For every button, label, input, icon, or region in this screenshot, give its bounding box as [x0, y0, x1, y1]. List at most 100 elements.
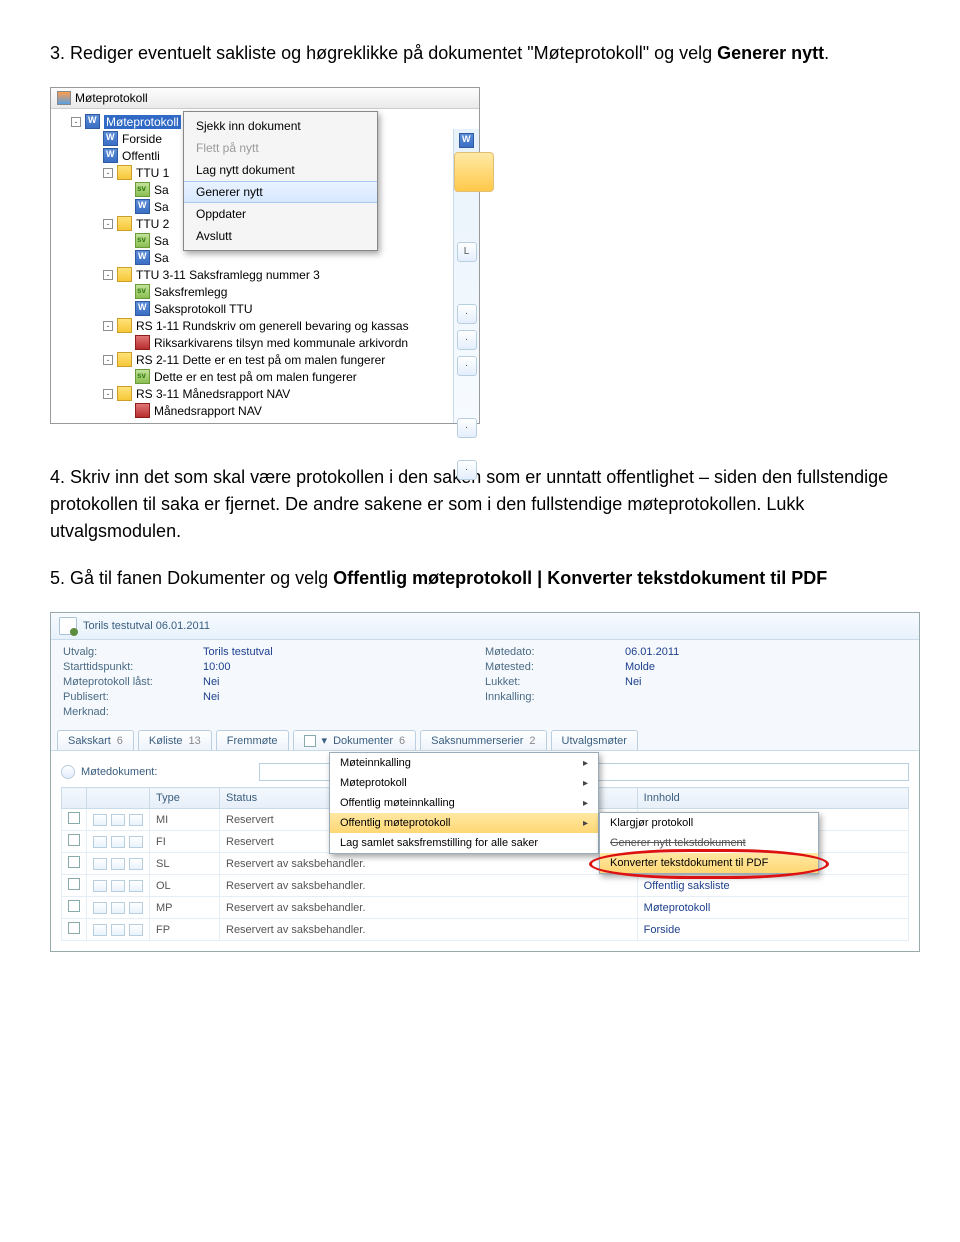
row-checkbox-cell[interactable]: [62, 897, 87, 919]
dropdown-item[interactable]: Møteinnkalling▸: [330, 753, 598, 773]
submenu-item[interactable]: Konverter tekstdokument til PDF: [600, 853, 818, 873]
gutter-button-1[interactable]: ·: [457, 304, 477, 324]
cell-type: FP: [150, 919, 220, 941]
row-action-icon[interactable]: [93, 880, 107, 892]
table-header[interactable]: Type: [150, 788, 220, 809]
ribbon-button[interactable]: [454, 152, 494, 192]
table-row[interactable]: MPReservert av saksbehandler.Møteprotoko…: [62, 897, 909, 919]
expand-toggle[interactable]: -: [103, 219, 113, 229]
expand-toggle[interactable]: -: [103, 168, 113, 178]
expand-toggle[interactable]: -: [103, 321, 113, 331]
tree-item-label: RS 3-11 Månedsrapport NAV: [136, 387, 290, 401]
field-merk-value: [203, 706, 485, 718]
field-last-label: Møteprotokoll låst:: [63, 676, 203, 688]
row-action-icon[interactable]: [111, 902, 125, 914]
checkbox[interactable]: [68, 812, 80, 824]
checkbox[interactable]: [68, 856, 80, 868]
row-action-icon[interactable]: [129, 836, 143, 848]
dropdown-item[interactable]: Offentlig møteprotokoll▸: [330, 813, 598, 833]
tab-sakskart[interactable]: Sakskart6: [57, 730, 134, 750]
tab-køliste[interactable]: Køliste13: [138, 730, 212, 750]
row-action-icon[interactable]: [93, 836, 107, 848]
tree-item[interactable]: - RS 3-11 Månedsrapport NAV: [55, 385, 475, 402]
row-action-icon[interactable]: [93, 902, 107, 914]
row-action-icon[interactable]: [93, 924, 107, 936]
tree-item[interactable]: Dette er en test på om malen fungerer: [55, 368, 475, 385]
row-action-icon[interactable]: [129, 858, 143, 870]
tab-saksnummerserier[interactable]: Saksnummerserier2: [420, 730, 546, 750]
expand-toggle[interactable]: -: [103, 270, 113, 280]
cell-innhold[interactable]: Offentlig saksliste: [637, 875, 908, 897]
submenu-item[interactable]: Generer nytt tekstdokument: [600, 833, 818, 853]
tab-utvalgsmøter[interactable]: Utvalgsmøter: [551, 730, 638, 750]
field-start-label: Starttidspunkt:: [63, 661, 203, 673]
row-action-icon[interactable]: [129, 902, 143, 914]
tree-item[interactable]: Riksarkivarens tilsyn med kommunale arki…: [55, 334, 475, 351]
field-motested-label: Møtested:: [485, 661, 625, 673]
row-checkbox-cell[interactable]: [62, 809, 87, 831]
row-icons-cell: [87, 853, 150, 875]
row-action-icon[interactable]: [111, 880, 125, 892]
table-header[interactable]: [62, 788, 87, 809]
y-icon: [117, 386, 132, 401]
cell-innhold[interactable]: Møteprotokoll: [637, 897, 908, 919]
expand-toggle[interactable]: -: [103, 355, 113, 365]
row-checkbox-cell[interactable]: [62, 831, 87, 853]
row-action-icon[interactable]: [111, 836, 125, 848]
checkbox[interactable]: [68, 900, 80, 912]
expand-toggle[interactable]: -: [71, 117, 81, 127]
context-menu-item[interactable]: Sjekk inn dokument: [184, 115, 377, 137]
field-publ-value: Nei: [203, 691, 485, 703]
tab-label: Køliste: [149, 735, 183, 747]
tree-item[interactable]: -RS 1-11 Rundskriv om generell bevaring …: [55, 317, 475, 334]
field-last-value: Nei: [203, 676, 485, 688]
context-menu-item[interactable]: Generer nytt: [184, 181, 377, 203]
table-row[interactable]: OLReservert av saksbehandler.Offentlig s…: [62, 875, 909, 897]
gutter-button-5[interactable]: ·: [457, 460, 477, 480]
tree-item-label: Sa: [154, 200, 169, 214]
row-action-icon[interactable]: [93, 814, 107, 826]
checkbox[interactable]: [68, 878, 80, 890]
tab-fremmøte[interactable]: Fremmøte: [216, 730, 289, 750]
checkbox[interactable]: [68, 922, 80, 934]
row-checkbox-cell[interactable]: [62, 919, 87, 941]
table-row[interactable]: FPReservert av saksbehandler.Forside: [62, 919, 909, 941]
gutter-button-3[interactable]: ·: [457, 356, 477, 376]
dropdown-item[interactable]: Lag samlet saksfremstilling for alle sak…: [330, 833, 598, 853]
refresh-icon[interactable]: [61, 765, 75, 779]
row-action-icon[interactable]: [111, 814, 125, 826]
context-menu-item[interactable]: Lag nytt dokument: [184, 159, 377, 181]
row-action-icon[interactable]: [129, 924, 143, 936]
row-checkbox-cell[interactable]: [62, 875, 87, 897]
row-action-icon[interactable]: [129, 814, 143, 826]
row-action-icon[interactable]: [111, 924, 125, 936]
context-menu-item[interactable]: Oppdater: [184, 203, 377, 225]
context-menu-item: Flett på nytt: [184, 137, 377, 159]
dropdown-item[interactable]: Offentlig møteinnkalling▸: [330, 793, 598, 813]
context-menu-item[interactable]: Avslutt: [184, 225, 377, 247]
row-action-icon[interactable]: [111, 858, 125, 870]
row-checkbox-cell[interactable]: [62, 853, 87, 875]
tree-item[interactable]: Månedsrapport NAV: [55, 402, 475, 419]
cell-innhold[interactable]: Forside: [637, 919, 908, 941]
expand-toggle[interactable]: -: [103, 389, 113, 399]
instruction-4: 4. Skriv inn det som skal være protokoll…: [50, 464, 910, 545]
checkbox[interactable]: [68, 834, 80, 846]
tree-item[interactable]: -RS 2-11 Dette er en test på om malen fu…: [55, 351, 475, 368]
gutter-l-button[interactable]: L: [457, 242, 477, 262]
row-action-icon[interactable]: [93, 858, 107, 870]
row-action-icon[interactable]: [129, 880, 143, 892]
tree-item[interactable]: -TTU 3-11 Saksframlegg nummer 3: [55, 266, 475, 283]
gutter-button-2[interactable]: ·: [457, 330, 477, 350]
tree-item[interactable]: Saksprotokoll TTU: [55, 300, 475, 317]
dropdown-item[interactable]: Møteprotokoll▸: [330, 773, 598, 793]
tree-item[interactable]: Sa: [55, 249, 475, 266]
chevron-down-icon: ▾: [322, 734, 328, 747]
tab-dokumenter[interactable]: ▾Dokumenter6: [293, 730, 417, 750]
gutter-button-4[interactable]: ·: [457, 418, 477, 438]
submenu-item[interactable]: Klargjør protokoll: [600, 813, 818, 833]
table-header[interactable]: Innhold: [637, 788, 908, 809]
table-header[interactable]: [87, 788, 150, 809]
dropdown-item-label: Møteprotokoll: [340, 777, 407, 789]
tree-item[interactable]: Saksfremlegg: [55, 283, 475, 300]
